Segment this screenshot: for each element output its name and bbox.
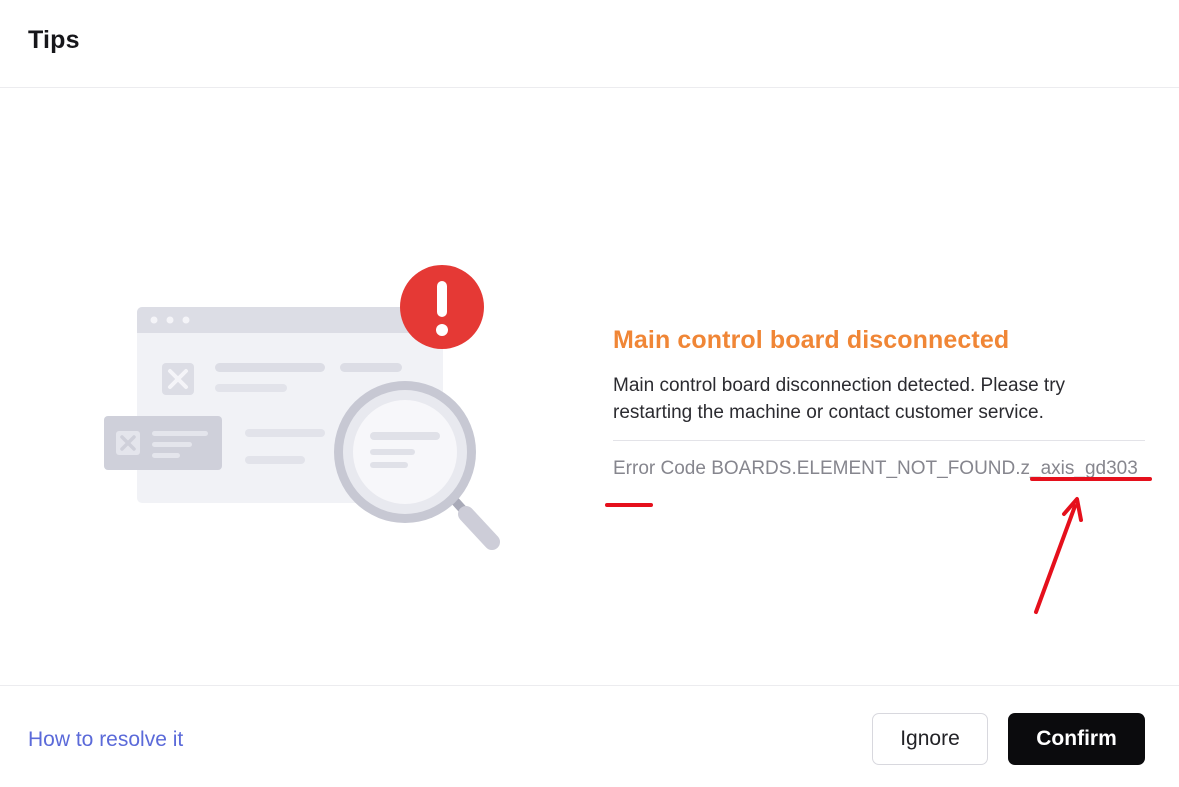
- ignore-button[interactable]: Ignore: [872, 713, 988, 765]
- dialog-header: Tips: [0, 0, 1179, 88]
- error-description: Main control board disconnection detecte…: [613, 375, 1066, 423]
- magnifier-icon: [334, 381, 500, 550]
- error-content: Main control board disconnected Main con…: [613, 322, 1146, 483]
- content-divider: [613, 440, 1145, 441]
- how-to-resolve-link[interactable]: How to resolve it: [28, 728, 183, 752]
- tips-dialog: Tips Main control board disconnected Mai…: [0, 0, 1179, 787]
- annotation-underline-left: [605, 503, 653, 507]
- annotation-underline-right: [1030, 477, 1152, 481]
- error-title: Main control board disconnected: [613, 326, 1010, 354]
- dialog-footer: How to resolve it Ignore Confirm: [0, 685, 1179, 787]
- confirm-button[interactable]: Confirm: [1008, 713, 1145, 765]
- small-card-graphic: [104, 416, 222, 470]
- annotation-arrow: [1034, 497, 1083, 614]
- exclamation-circle-icon: [400, 265, 484, 349]
- dialog-title: Tips: [28, 26, 80, 54]
- error-illustration: [104, 265, 500, 550]
